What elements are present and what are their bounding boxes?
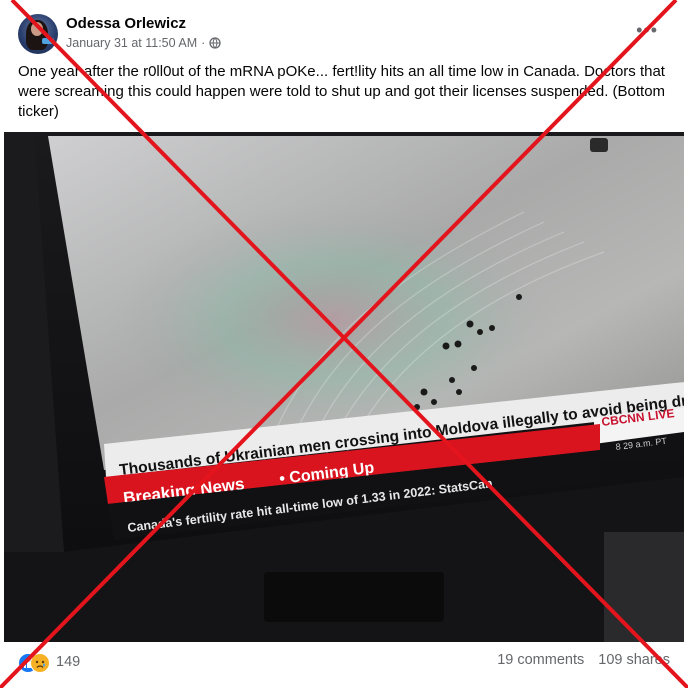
sad-reaction-icon: [30, 653, 50, 673]
facebook-post: Odessa Orlewicz January 31 at 11:50 AM ·…: [0, 0, 688, 688]
comments-count[interactable]: 19 comments: [497, 652, 584, 668]
post-image[interactable]: Thousands of Ukrainian men crossing into…: [4, 132, 684, 642]
more-options-icon[interactable]: •••: [636, 20, 658, 41]
meta-separator: ·: [201, 36, 206, 50]
globe-icon[interactable]: [209, 37, 221, 49]
tv-photo: Thousands of Ukrainian men crossing into…: [4, 132, 684, 642]
reaction-count[interactable]: 149: [56, 654, 80, 670]
shares-count[interactable]: 109 shares: [598, 652, 670, 668]
post-timestamp[interactable]: January 31 at 11:50 AM: [66, 36, 197, 50]
post-text: One year after the r0ll0ut of the mRNA p…: [18, 63, 666, 120]
post-meta: January 31 at 11:50 AM ·: [66, 36, 221, 50]
reactions-summary[interactable]: 149: [18, 652, 80, 673]
avatar-face: [31, 22, 43, 36]
avatar-badge: [42, 38, 54, 44]
engagement-stats: 19 comments 109 shares: [497, 652, 670, 668]
author-avatar[interactable]: [18, 14, 58, 54]
post-footer: 149 19 comments 109 shares: [18, 652, 670, 676]
author-name[interactable]: Odessa Orlewicz: [66, 15, 186, 32]
reaction-icons: [18, 652, 50, 673]
post-header: Odessa Orlewicz January 31 at 11:50 AM ·…: [18, 12, 678, 56]
